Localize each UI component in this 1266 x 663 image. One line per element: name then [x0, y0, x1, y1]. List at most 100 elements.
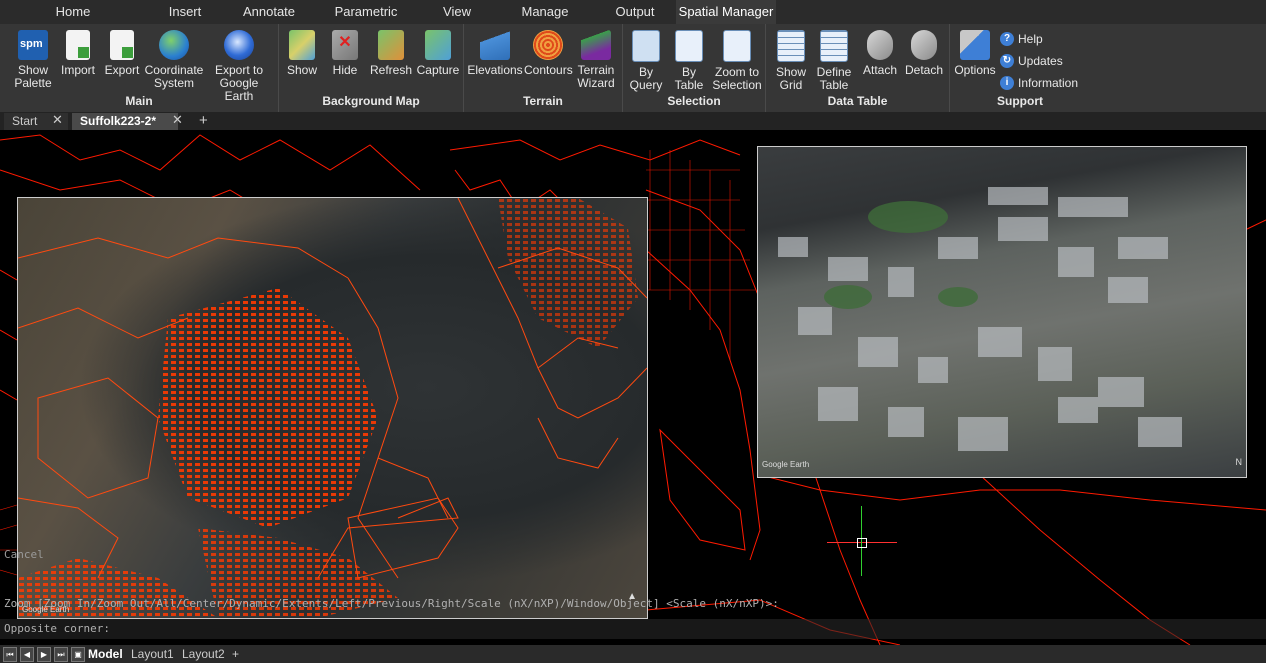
tools-icon [960, 30, 990, 60]
coordinate-system-label: Coordinate System [144, 63, 204, 90]
show-map-button[interactable]: Show [283, 28, 321, 77]
terrain-wizard-button[interactable]: Terrain Wizard [572, 28, 620, 90]
layout-tab-model[interactable]: Model [88, 646, 123, 662]
capture-map-label: Capture [416, 63, 460, 77]
layout-tab-bar: ⏮ ◀ ▶ ⏭ ▣ Model Layout1 Layout2 + [0, 645, 1266, 663]
export-button[interactable]: Export [100, 28, 144, 77]
refresh-map-button[interactable]: Refresh [367, 28, 415, 77]
help-label: Help [1018, 32, 1043, 46]
tab-spatial-manager[interactable]: Spatial Manager [676, 0, 776, 24]
aerial-3d-image-right: Google Earth N [757, 146, 1247, 478]
hide-map-label: Hide [332, 63, 358, 77]
import-button[interactable]: Import [58, 28, 98, 77]
tab-parametric[interactable]: Parametric [314, 0, 418, 24]
updates-icon: ↻ [1000, 54, 1014, 68]
elevations-label: Elevations [467, 63, 523, 77]
help-icon: ? [1000, 32, 1014, 46]
elevations-button[interactable]: Elevations [466, 28, 524, 77]
select-by-query-button[interactable]: By Query [627, 28, 665, 92]
buildings-texture-right [778, 187, 1182, 451]
attach-button[interactable]: Attach [858, 28, 902, 77]
query-icon [632, 30, 660, 62]
group-data-table-title: Data Table [827, 94, 888, 108]
spm-icon-label: spm [20, 38, 43, 50]
last-layout-icon[interactable]: ⏭ [54, 647, 68, 662]
tab-insert[interactable]: Insert [146, 0, 224, 24]
doc-tab-suffolk-label: Suffolk223-2* [80, 114, 157, 128]
export-icon [110, 30, 134, 60]
zoom-to-selection-button[interactable]: Zoom to Selection [711, 28, 763, 92]
zoom-selection-icon [723, 30, 751, 62]
terrain-wizard-label: Terrain Wizard [577, 63, 615, 90]
group-data-table: Show Grid Define Table Attach Detach Dat… [766, 24, 950, 112]
select-by-table-button[interactable]: By Table [669, 28, 709, 92]
capture-map-button[interactable]: Capture [415, 28, 461, 77]
close-start-tab-icon[interactable]: ✕ [52, 112, 63, 128]
detach-chain-icon [911, 30, 937, 60]
help-button[interactable]: ? Help [1000, 29, 1043, 49]
contours-icon [533, 30, 563, 60]
zoom-to-selection-label: Zoom to Selection [712, 65, 762, 92]
elevations-icon [480, 30, 510, 60]
detach-label: Detach [904, 63, 944, 77]
drawing-canvas[interactable]: Google Earth ▲ Google Earth N Cancel Zoo… [0, 130, 1266, 645]
prev-layout-icon[interactable]: ◀ [20, 647, 34, 662]
tab-view[interactable]: View [418, 0, 496, 24]
refresh-map-label: Refresh [369, 63, 413, 77]
command-opposite-corner: Opposite corner: [4, 622, 110, 635]
detach-button[interactable]: Detach [902, 28, 946, 77]
add-layout-icon[interactable]: + [232, 646, 239, 662]
first-layout-icon[interactable]: ⏮ [3, 647, 17, 662]
import-icon [66, 30, 90, 60]
document-tab-bar: Start ✕ Suffolk223-2* ✕ + [0, 112, 1266, 130]
information-label: Information [1018, 76, 1079, 90]
tab-annotate[interactable]: Annotate [224, 0, 314, 24]
show-map-label: Show [286, 63, 318, 77]
define-table-label: Define Table [816, 65, 852, 92]
show-grid-button[interactable]: Show Grid [770, 28, 812, 92]
aerial-map-image-left: Google Earth ▲ [17, 197, 648, 619]
options-button[interactable]: Options [952, 28, 998, 77]
show-grid-label: Show Grid [775, 65, 807, 92]
map-refresh-icon [378, 30, 404, 60]
hide-map-button[interactable]: ✕ Hide [325, 28, 365, 77]
table-select-icon [675, 30, 703, 62]
group-main-title: Main [125, 94, 153, 108]
updates-button[interactable]: ↻ Updates [1000, 51, 1063, 71]
import-label: Import [60, 63, 95, 77]
grid-icon [777, 30, 805, 62]
menu-bar: Home Insert Annotate Parametric View Man… [0, 0, 1266, 24]
group-terrain-title: Terrain [523, 94, 563, 108]
doc-tab-suffolk[interactable]: Suffolk223-2* [72, 113, 178, 130]
new-tab-icon[interactable]: + [199, 112, 208, 129]
command-zoom-prompt: Zoom [Zoom In/Zoom Out/All/Center/Dynami… [4, 597, 779, 610]
layout-tab-layout2[interactable]: Layout2 [182, 646, 225, 662]
group-selection: By Query By Table Zoom to Selection Sele… [623, 24, 766, 112]
show-palette-button[interactable]: spm Show Palette [10, 28, 56, 90]
command-line-input[interactable]: Opposite corner: [0, 619, 1266, 639]
doc-tab-start-label: Start [12, 114, 38, 128]
coordinate-system-button[interactable]: Coordinate System [144, 28, 204, 90]
information-button[interactable]: i Information [1000, 73, 1078, 93]
close-suffolk-tab-icon[interactable]: ✕ [172, 112, 183, 128]
north-arrow-icon-right: N [1235, 457, 1243, 467]
layout-tab-layout1[interactable]: Layout1 [131, 646, 174, 662]
define-table-button[interactable]: Define Table [812, 28, 856, 92]
define-table-icon [820, 30, 848, 62]
updates-label: Updates [1018, 54, 1063, 68]
by-table-label: By Table [674, 65, 704, 92]
globe-icon [159, 30, 189, 60]
google-earth-icon [224, 30, 254, 60]
group-main: spm Show Palette Import Export Coordinat… [0, 24, 279, 112]
export-google-earth-button[interactable]: Export to Google Earth [204, 28, 274, 103]
tab-home[interactable]: Home [0, 0, 146, 24]
tab-manage[interactable]: Manage [496, 0, 594, 24]
by-query-label: By Query [629, 65, 663, 92]
information-icon: i [1000, 76, 1014, 90]
contours-button[interactable]: Contours [524, 28, 573, 77]
options-label: Options [954, 63, 996, 77]
layout-menu-icon[interactable]: ▣ [71, 647, 85, 662]
google-earth-watermark-right: Google Earth [762, 460, 810, 469]
next-layout-icon[interactable]: ▶ [37, 647, 51, 662]
tab-output[interactable]: Output [594, 0, 676, 24]
